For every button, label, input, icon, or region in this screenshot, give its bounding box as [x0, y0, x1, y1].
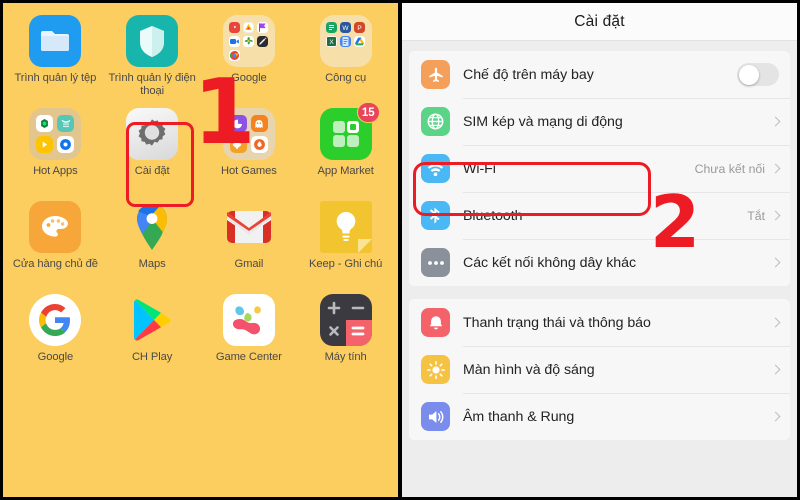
phone-manager-shield-icon[interactable]: [126, 15, 179, 67]
settings-row-sim-mobile-network[interactable]: SIM kép và mạng di động: [409, 98, 790, 145]
app-maps[interactable]: Maps: [104, 201, 201, 294]
app-grid: Trình quản lý tệp Trình quản lý điện tho…: [3, 15, 398, 387]
chevron-right-icon: [770, 163, 781, 174]
theme-store-palette-icon[interactable]: [29, 201, 82, 253]
settings-row-label: Bluetooth: [463, 207, 523, 224]
settings-row-label: Chế độ trên máy bay: [463, 66, 594, 83]
app-app-market[interactable]: 15 App Market: [297, 102, 394, 201]
settings-row-label: Các kết nối không dây khác: [463, 254, 636, 271]
app-google[interactable]: Google: [7, 294, 104, 387]
app-label: CH Play: [131, 351, 173, 363]
app-label: Google: [37, 351, 74, 363]
settings-row-sound-vibration[interactable]: Âm thanh & Rung: [409, 393, 790, 440]
app-cai-dat[interactable]: Cài đặt: [104, 108, 201, 201]
hot-apps-folder-icon[interactable]: [29, 108, 82, 160]
app-label: Công cụ: [325, 72, 367, 84]
google-folder-icon[interactable]: [222, 15, 275, 67]
file-manager-icon[interactable]: [29, 15, 82, 67]
settings-row-display-brightness[interactable]: Màn hình và độ sáng: [409, 346, 790, 393]
bluetooth-icon: [421, 201, 450, 230]
settings-row-label: SIM kép và mạng di động: [463, 113, 623, 130]
settings-row-other-wireless[interactable]: Các kết nối không dây khác: [409, 239, 790, 286]
wifi-icon: [421, 154, 450, 183]
app-market-badge: 15: [356, 102, 380, 123]
app-label: Maps: [138, 258, 166, 270]
svg-text:X: X: [329, 39, 334, 46]
chevron-right-icon: [770, 317, 781, 328]
app-label: Trình quản lý điện thoại: [108, 72, 196, 98]
app-label: Gmail: [234, 258, 264, 270]
hot-games-folder-icon[interactable]: [222, 108, 275, 160]
ellipsis-icon: [421, 248, 450, 277]
game-center-icon[interactable]: [222, 294, 275, 346]
home-screen-panel: Trình quản lý tệp Trình quản lý điện tho…: [0, 0, 400, 500]
settings-row-value: Tắt: [747, 208, 765, 223]
play-store-icon[interactable]: [126, 294, 178, 346]
settings-group-connections: Chế độ trên máy bay SIM kép và mạng di đ…: [409, 51, 790, 286]
app-file-manager[interactable]: Trình quản lý tệp: [7, 15, 104, 108]
app-theme-store[interactable]: Cửa hàng chủ đề: [7, 201, 104, 294]
app-label: Game Center: [215, 351, 282, 363]
gmail-envelope-icon[interactable]: [223, 201, 275, 253]
chevron-right-icon: [770, 210, 781, 221]
settings-row-value: Chưa kết nối: [694, 161, 765, 176]
settings-header: Cài đặt: [402, 3, 797, 41]
speaker-icon: [421, 402, 450, 431]
app-google-keep[interactable]: Keep - Ghi chú: [297, 201, 394, 294]
app-ch-play[interactable]: CH Play: [104, 294, 201, 387]
app-tools-folder[interactable]: W P X Công cụ: [297, 15, 394, 108]
app-label: Keep - Ghi chú: [309, 258, 383, 270]
svg-text:P: P: [357, 25, 361, 32]
app-market-icon[interactable]: 15: [319, 102, 380, 160]
app-gmail[interactable]: Gmail: [201, 201, 298, 294]
airplane-mode-toggle[interactable]: [737, 63, 779, 86]
settings-row-label: Wi-Fi: [463, 160, 496, 177]
settings-panel: Cài đặt Chế độ trên máy bay SIM kép và m…: [400, 0, 800, 500]
settings-row-statusbar-notifications[interactable]: Thanh trạng thái và thông báo: [409, 299, 790, 346]
tools-folder-icon[interactable]: W P X: [319, 15, 372, 67]
app-label: Google: [231, 72, 267, 84]
settings-row-label: Thanh trạng thái và thông báo: [463, 314, 651, 331]
settings-row-label: Âm thanh & Rung: [463, 408, 575, 425]
app-calculator[interactable]: Máy tính: [297, 294, 394, 387]
app-label: Trình quản lý tệp: [14, 72, 97, 84]
google-keep-bulb-icon[interactable]: [319, 201, 372, 253]
page-title: Cài đặt: [574, 12, 625, 30]
brightness-icon: [421, 355, 450, 384]
app-phone-manager[interactable]: Trình quản lý điện thoại: [104, 15, 201, 108]
app-label: Hot Games: [221, 165, 277, 177]
app-google-folder[interactable]: Google: [201, 15, 298, 108]
settings-row-airplane-mode[interactable]: Chế độ trên máy bay: [409, 51, 790, 98]
settings-row-label: Màn hình và độ sáng: [463, 361, 595, 378]
settings-gear-icon[interactable]: [126, 108, 179, 160]
app-hot-games-folder[interactable]: Hot Games: [201, 108, 298, 201]
chevron-right-icon: [770, 257, 781, 268]
app-label: Cài đặt: [134, 165, 170, 177]
google-maps-pin-icon[interactable]: [126, 201, 178, 253]
app-label: App Market: [317, 165, 374, 177]
app-label: Hot Apps: [33, 165, 78, 177]
globe-sim-icon: [421, 107, 450, 136]
app-game-center[interactable]: Game Center: [201, 294, 298, 387]
chevron-right-icon: [770, 364, 781, 375]
settings-row-bluetooth[interactable]: Bluetooth Tắt: [409, 192, 790, 239]
settings-row-wifi[interactable]: Wi-Fi Chưa kết nối: [409, 145, 790, 192]
app-label: Cửa hàng chủ đề: [12, 258, 98, 270]
bell-icon: [421, 308, 450, 337]
airplane-icon: [421, 60, 450, 89]
toggle-knob: [738, 64, 759, 85]
chevron-right-icon: [770, 116, 781, 127]
settings-group-display: Thanh trạng thái và thông báo Màn hình v…: [409, 299, 790, 440]
svg-text:W: W: [343, 25, 350, 32]
app-hot-apps-folder[interactable]: Hot Apps: [7, 108, 104, 201]
screenshot-root: Trình quản lý tệp Trình quản lý điện tho…: [0, 0, 800, 500]
google-g-icon[interactable]: [29, 294, 82, 346]
calculator-icon[interactable]: [319, 294, 372, 346]
app-label: Máy tính: [324, 351, 367, 363]
chevron-right-icon: [770, 411, 781, 422]
